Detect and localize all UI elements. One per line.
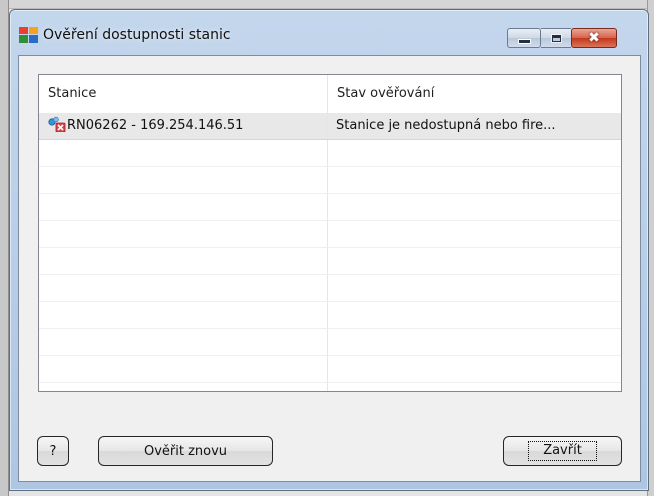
- empty-cell: [39, 383, 328, 391]
- backdrop-top: [0, 0, 654, 9]
- table-row[interactable]: RN06262 - 169.254.146.51 Stanice je nedo…: [39, 113, 621, 140]
- empty-table-row: [39, 356, 621, 383]
- stations-table[interactable]: Stanice Stav ověřování RN06262 - 169.254…: [38, 74, 622, 392]
- empty-table-row: [39, 329, 621, 356]
- avg-logo-icon: [19, 27, 38, 43]
- empty-cell: [328, 140, 621, 166]
- title-bar[interactable]: Ověření dostupnosti stanic ✖: [10, 10, 648, 48]
- empty-cell: [39, 221, 328, 247]
- close-icon: ✖: [588, 30, 600, 46]
- empty-cell: [39, 194, 328, 220]
- station-cell: RN06262 - 169.254.146.51: [39, 113, 328, 139]
- empty-cell: [39, 140, 328, 166]
- empty-cell: [39, 275, 328, 301]
- backdrop-left: [0, 0, 9, 496]
- empty-cell: [328, 248, 621, 274]
- empty-cell: [39, 302, 328, 328]
- empty-cell: [328, 194, 621, 220]
- maximize-icon: [550, 33, 562, 43]
- empty-table-row: [39, 302, 621, 329]
- empty-table-row: [39, 167, 621, 194]
- empty-cell: [39, 356, 328, 382]
- dialog-window: Ověření dostupnosti stanic ✖ Stanice Sta…: [9, 9, 649, 491]
- status-cell: Stanice je nedostupná nebo fire...: [336, 118, 556, 133]
- maximize-button[interactable]: [541, 28, 571, 48]
- empty-table-row: [39, 275, 621, 302]
- empty-cell: [328, 221, 621, 247]
- empty-table-row: [39, 194, 621, 221]
- close-button[interactable]: Zavřít: [503, 436, 622, 466]
- column-header-station[interactable]: Stanice: [39, 75, 328, 113]
- table-header: Stanice Stav ověřování: [39, 75, 621, 113]
- station-unreachable-icon: [48, 116, 66, 132]
- empty-cell: [39, 329, 328, 355]
- station-name: RN06262 - 169.254.146.51: [67, 118, 244, 133]
- table-body: RN06262 - 169.254.146.51 Stanice je nedo…: [39, 113, 621, 391]
- empty-cell: [328, 329, 621, 355]
- empty-cell: [328, 167, 621, 193]
- window-title: Ověření dostupnosti stanic: [43, 27, 231, 43]
- empty-cell: [328, 302, 621, 328]
- retry-button[interactable]: Ověřit znovu: [98, 436, 273, 466]
- empty-cell: [328, 275, 621, 301]
- close-window-button[interactable]: ✖: [571, 28, 617, 48]
- empty-table-row: [39, 221, 621, 248]
- empty-cell: [328, 383, 621, 391]
- column-header-status[interactable]: Stav ověřování: [328, 75, 621, 113]
- empty-table-row: [39, 383, 621, 391]
- empty-cell: [39, 248, 328, 274]
- empty-table-row: [39, 248, 621, 275]
- help-button[interactable]: ?: [37, 436, 69, 466]
- empty-table-row: [39, 140, 621, 167]
- empty-cell: [39, 167, 328, 193]
- empty-cell: [328, 356, 621, 382]
- dialog-client-area: Stanice Stav ověřování RN06262 - 169.254…: [18, 55, 641, 482]
- minimize-button[interactable]: [507, 28, 541, 48]
- minimize-icon: [517, 38, 531, 44]
- close-button-label: Zavřít: [528, 441, 597, 461]
